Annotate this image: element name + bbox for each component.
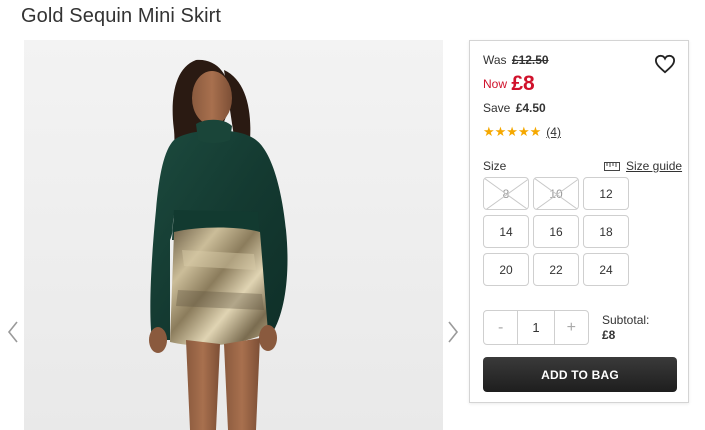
unavailable-cross-icon [484, 178, 528, 209]
size-option-10: 10 [533, 177, 579, 210]
product-image [24, 40, 443, 430]
size-option-20[interactable]: 20 [483, 253, 529, 286]
heart-icon [654, 54, 676, 74]
was-price-row: Was £12.50 [483, 53, 549, 67]
size-guide-label: Size guide [626, 159, 683, 173]
next-image-button[interactable] [446, 318, 460, 346]
increase-quantity-button[interactable]: + [555, 311, 588, 344]
subtotal-label: Subtotal: [602, 313, 650, 327]
quantity-input[interactable]: 1 [517, 311, 555, 344]
add-to-bag-button[interactable]: ADD TO BAG [483, 357, 677, 392]
size-option-24[interactable]: 24 [583, 253, 629, 286]
subtotal-value: £8 [602, 328, 616, 342]
size-option-14[interactable]: 14 [483, 215, 529, 248]
previous-image-button[interactable] [6, 318, 20, 346]
now-price: £8 [511, 72, 535, 95]
ruler-icon [604, 161, 620, 171]
size-guide-link[interactable]: Size guide [604, 159, 682, 173]
chevron-right-icon [448, 321, 459, 343]
size-option-16[interactable]: 16 [533, 215, 579, 248]
subtotal: Subtotal: £8 [602, 313, 649, 343]
now-label: Now [483, 77, 508, 91]
rating: ★★★★★ (4) [483, 124, 561, 140]
save-label: Save [483, 101, 511, 115]
chevron-left-icon [7, 321, 18, 343]
save-amount: £4.50 [515, 101, 546, 115]
review-count-link[interactable]: (4) [546, 125, 561, 139]
was-label: Was [483, 53, 507, 67]
save-row: Save £4.50 [483, 101, 546, 115]
purchase-panel: Was £12.50 Now £8 Save £4.50 ★★★★★ (4) S… [469, 40, 689, 403]
size-option-8: 8 [483, 177, 529, 210]
quantity-stepper: - 1 + [483, 310, 589, 345]
decrease-quantity-button[interactable]: - [484, 311, 517, 344]
unavailable-cross-icon [534, 178, 578, 209]
wishlist-button[interactable] [654, 54, 676, 74]
product-title: Gold Sequin Mini Skirt [21, 5, 222, 27]
size-option-18[interactable]: 18 [583, 215, 629, 248]
model-photo [24, 40, 443, 430]
was-price: £12.50 [511, 53, 549, 67]
size-option-22[interactable]: 22 [533, 253, 579, 286]
star-rating: ★★★★★ [483, 124, 542, 139]
size-option-12[interactable]: 12 [583, 177, 629, 210]
now-price-row: Now £8 [483, 72, 535, 96]
size-label: Size [483, 159, 507, 173]
